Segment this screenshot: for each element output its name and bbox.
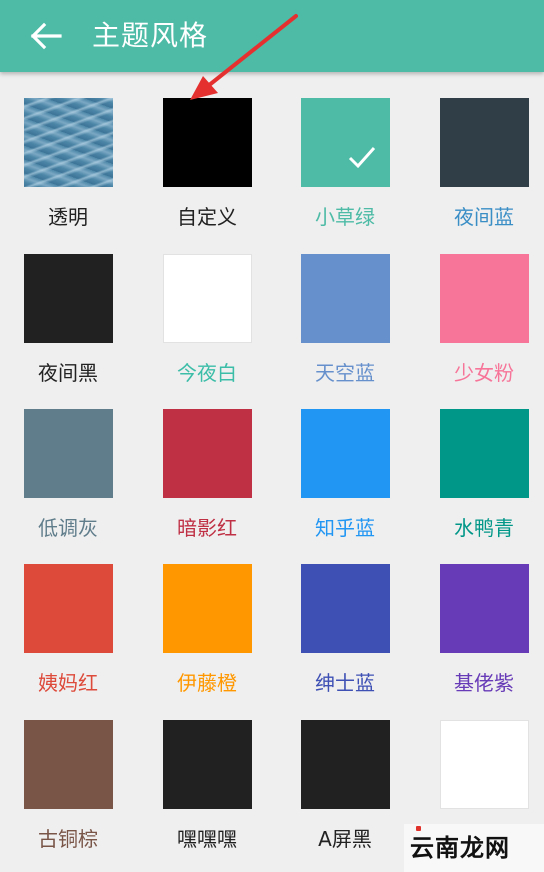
theme-label: 自定义: [177, 205, 237, 229]
theme-label: 古铜棕: [38, 827, 98, 851]
theme-swatch[interactable]: [439, 254, 529, 343]
theme-swatch[interactable]: [162, 720, 252, 809]
theme-label: 夜间黑: [38, 361, 98, 385]
theme-label: 伊藤橙: [177, 671, 237, 695]
theme-swatch[interactable]: [439, 409, 529, 498]
theme-swatch[interactable]: [300, 720, 390, 809]
theme-grid: 透明 自定义 小草绿 夜间蓝夜间黑 今夜白 天空蓝 少女粉低调灰 暗影红 知乎蓝 水鸭青姨妈红 伊藤…: [0, 72, 544, 872]
theme-swatch[interactable]: [23, 254, 113, 343]
theme-item[interactable]: 暗影红: [147, 409, 267, 540]
theme-item[interactable]: 透明: [8, 98, 128, 229]
theme-label: A屏黑: [318, 827, 372, 851]
theme-swatch[interactable]: [300, 98, 390, 187]
theme-item[interactable]: 知乎蓝: [285, 409, 405, 540]
theme-swatch[interactable]: [162, 409, 252, 498]
theme-label: 姨妈红: [38, 671, 98, 695]
theme-item[interactable]: A屏黑: [285, 720, 405, 851]
checkmark-icon: [348, 147, 375, 169]
theme-label: 少女粉: [454, 361, 514, 385]
theme-swatch[interactable]: [23, 409, 113, 498]
theme-item[interactable]: 小草绿: [285, 98, 405, 229]
theme-item[interactable]: 嘿嘿嘿: [147, 720, 267, 851]
theme-item[interactable]: 伊藤橙: [147, 564, 267, 695]
theme-item[interactable]: [424, 720, 544, 809]
theme-swatch[interactable]: [300, 564, 390, 653]
theme-item[interactable]: 今夜白: [147, 254, 267, 385]
theme-label: 小草绿: [315, 205, 375, 229]
theme-label: 基佬紫: [454, 671, 514, 695]
theme-item[interactable]: 基佬紫: [424, 564, 544, 695]
theme-swatch[interactable]: [439, 564, 529, 653]
theme-label: 暗影红: [177, 516, 237, 540]
theme-item[interactable]: 低调灰: [8, 409, 128, 540]
theme-swatch[interactable]: [439, 98, 529, 187]
app-bar: 主题风格: [0, 0, 544, 72]
theme-label: 天空蓝: [315, 361, 375, 385]
theme-label: 低调灰: [38, 516, 98, 540]
theme-swatch[interactable]: [162, 564, 252, 653]
theme-item[interactable]: 夜间蓝: [424, 98, 544, 229]
arrow-left-icon: [30, 22, 62, 50]
theme-label: 知乎蓝: [315, 516, 375, 540]
theme-item[interactable]: 姨妈红: [8, 564, 128, 695]
theme-item[interactable]: 天空蓝: [285, 254, 405, 385]
theme-item[interactable]: 古铜棕: [8, 720, 128, 851]
theme-item[interactable]: 水鸭青: [424, 409, 544, 540]
theme-label: 水鸭青: [454, 516, 514, 540]
theme-item[interactable]: 夜间黑: [8, 254, 128, 385]
theme-label: 夜间蓝: [454, 205, 514, 229]
site-logo-icon: [416, 826, 421, 831]
back-button[interactable]: [24, 14, 68, 58]
theme-item[interactable]: 绅士蓝: [285, 564, 405, 695]
theme-item[interactable]: 少女粉: [424, 254, 544, 385]
theme-swatch[interactable]: [439, 720, 529, 809]
theme-swatch[interactable]: [162, 254, 252, 343]
theme-swatch[interactable]: [23, 720, 113, 809]
theme-label: 绅士蓝: [315, 671, 375, 695]
theme-label: 透明: [48, 205, 88, 229]
page-title: 主题风格: [92, 19, 209, 52]
theme-label: 嘿嘿嘿: [177, 827, 237, 851]
transparent-theme-swatch[interactable]: [23, 98, 113, 187]
theme-swatch[interactable]: [162, 98, 252, 187]
theme-item[interactable]: 自定义: [147, 98, 267, 229]
theme-swatch[interactable]: [23, 564, 113, 653]
theme-label: 今夜白: [177, 361, 237, 385]
theme-swatch[interactable]: [300, 254, 390, 343]
theme-swatch[interactable]: [300, 409, 390, 498]
watermark-text: 云南龙网: [410, 834, 510, 862]
